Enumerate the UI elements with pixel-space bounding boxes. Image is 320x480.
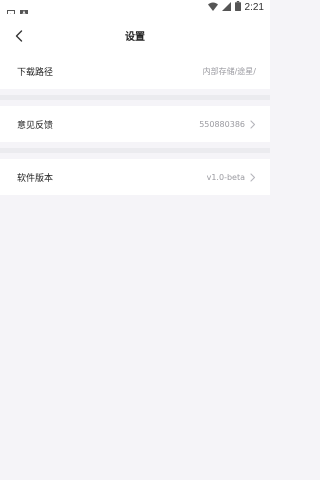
status-time: 2:21 (244, 2, 264, 13)
status-bar: 2:21 (0, 0, 270, 18)
app-header: 设置 (0, 14, 270, 58)
section-divider (0, 148, 270, 153)
wifi-icon (207, 2, 218, 14)
page-title: 设置 (125, 32, 145, 43)
signal-icon (221, 1, 231, 14)
setting-value: v1.0-beta (206, 172, 245, 182)
setting-download-path[interactable]: 下载路径 内部存储/途星/ (0, 53, 270, 89)
chevron-right-icon (249, 119, 256, 129)
battery-icon (234, 1, 241, 14)
setting-label: 下载路径 (17, 67, 54, 78)
setting-value: 内部存储/途星/ (202, 66, 256, 76)
setting-label: 意见反馈 (17, 120, 54, 131)
setting-value: 550880386 (199, 119, 245, 129)
setting-version[interactable]: 软件版本 v1.0-beta (0, 159, 270, 195)
setting-feedback[interactable]: 意见反馈 550880386 (0, 106, 270, 142)
chevron-right-icon (249, 172, 256, 182)
section-divider (0, 95, 270, 100)
setting-label: 软件版本 (17, 173, 54, 184)
setting-value-group: 内部存储/途星/ (203, 66, 256, 77)
setting-value-group: v1.0-beta (207, 173, 256, 182)
setting-value-group: 550880386 (199, 120, 256, 129)
status-right-icons: 2:21 (207, 1, 264, 14)
